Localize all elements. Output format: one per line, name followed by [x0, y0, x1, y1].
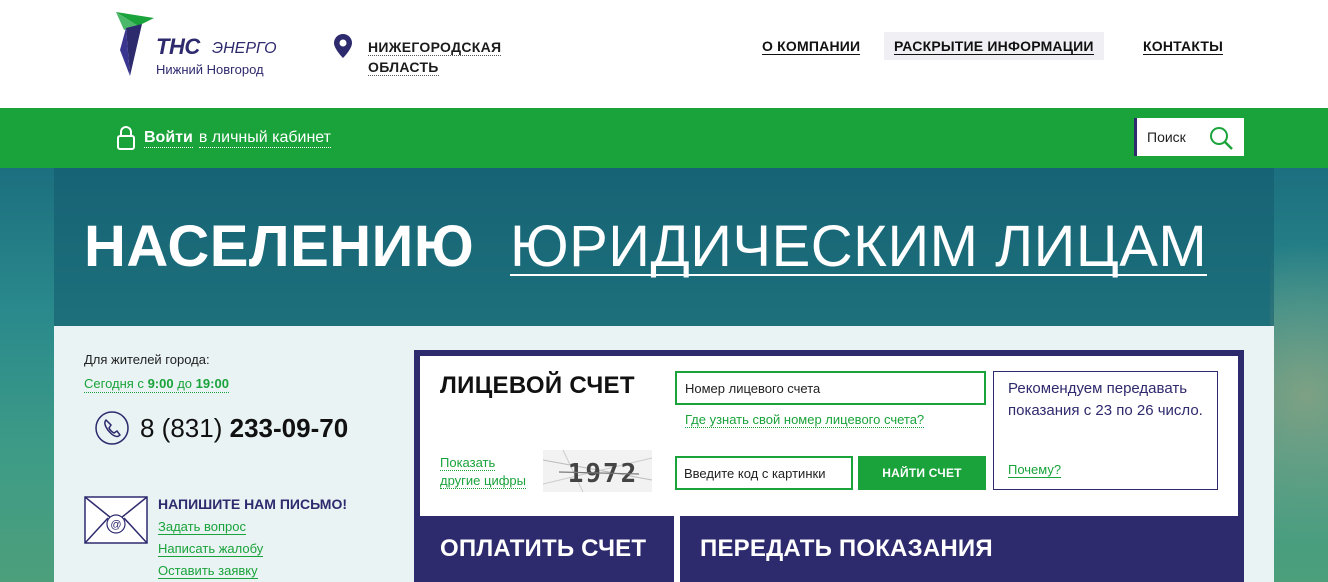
- tab-legal-entities[interactable]: ЮРИДИЧЕСКИМ ЛИЦАМ: [510, 212, 1208, 279]
- captcha-input[interactable]: Введите код с картинки: [675, 456, 853, 490]
- site-logo[interactable]: ТНС ЭНЕРГО Нижний Новгород: [114, 10, 284, 82]
- mail-icon: @: [84, 496, 148, 544]
- hours-to: 19:00: [195, 376, 229, 391]
- logo-brand-suffix: ЭНЕРГО: [212, 40, 277, 57]
- nav-contacts[interactable]: КОНТАКТЫ: [1133, 32, 1233, 60]
- contacts-label: Для жителей города:: [84, 352, 210, 367]
- logo-brand: ТНС: [156, 34, 200, 59]
- hours-mid: до: [177, 376, 193, 391]
- captcha-refresh-line-2: другие цифры: [440, 473, 526, 489]
- office-hours[interactable]: Сегодня с 9:00 до 19:00: [84, 376, 229, 393]
- nav-about[interactable]: О КОМПАНИИ: [752, 32, 870, 60]
- recommend-text: Рекомендуем передавать показания с 23 по…: [1008, 380, 1203, 419]
- region-line-2: ОБЛАСТЬ: [368, 59, 439, 76]
- nav-disclosure[interactable]: РАСКРЫТИЕ ИНФОРМАЦИИ: [884, 32, 1104, 60]
- phone-number: 233-09-70: [229, 412, 349, 443]
- hours-prefix: Сегодня с: [84, 376, 144, 391]
- location-pin-icon: [334, 34, 352, 58]
- account-title: ЛИЦЕВОЙ СЧЕТ: [440, 372, 635, 399]
- logo-mark-icon: [116, 12, 154, 76]
- captcha-refresh-line-1: Показать: [440, 455, 496, 471]
- search-icon[interactable]: [1208, 125, 1234, 151]
- captcha-image: 1972: [543, 450, 652, 492]
- nav-about-label: О КОМПАНИИ: [762, 37, 861, 55]
- svg-text:@: @: [110, 519, 121, 531]
- mail-title: НАПИШИТЕ НАМ ПИСЬМО!: [158, 496, 348, 512]
- captcha-refresh-link[interactable]: Показать другие цифры: [440, 454, 540, 490]
- account-number-input[interactable]: Номер лицевого счета: [675, 371, 986, 405]
- recommend-why-link[interactable]: Почему?: [1008, 462, 1062, 478]
- site-header: ТНС ЭНЕРГО Нижний Новгород НИЖЕГОРОДСКАЯ…: [0, 0, 1328, 108]
- ask-question-link[interactable]: Задать вопрос: [158, 519, 246, 535]
- search-input[interactable]: Поиск: [1147, 129, 1186, 145]
- complaint-link[interactable]: Написать жалобу: [158, 541, 264, 557]
- pay-bill-button[interactable]: ОПЛАТИТЬ СЧЕТ: [420, 516, 674, 582]
- logo-city: Нижний Новгород: [156, 62, 264, 77]
- tab-individuals[interactable]: НАСЕЛЕНИЮ: [84, 212, 474, 282]
- account-help-link[interactable]: Где узнать свой номер лицевого счета?: [685, 412, 925, 428]
- submit-readings-button[interactable]: ПЕРЕДАТЬ ПОКАЗАНИЯ: [680, 516, 1238, 582]
- lock-icon: [117, 126, 135, 150]
- phone-icon: [95, 411, 129, 445]
- phone-contact[interactable]: 8 (831) 233-09-70: [94, 410, 348, 446]
- request-link[interactable]: Оставить заявку: [158, 563, 258, 579]
- login-rest: в личный кабинет: [198, 128, 331, 148]
- login-strong: Войти: [144, 128, 193, 148]
- nav-disclosure-label: РАСКРЫТИЕ ИНФОРМАЦИИ: [894, 37, 1094, 55]
- find-account-button[interactable]: НАЙТИ СЧЕТ: [858, 456, 986, 490]
- search-box[interactable]: Поиск: [1134, 118, 1244, 156]
- nav-contacts-label: КОНТАКТЫ: [1143, 37, 1224, 55]
- phone-code: 8 (831): [140, 412, 223, 443]
- login-link[interactable]: Войти в личный кабинет: [116, 124, 331, 152]
- hours-from: 9:00: [147, 376, 174, 391]
- hero-glow: [1270, 180, 1328, 540]
- region-line-1: НИЖЕГОРОДСКАЯ: [368, 39, 502, 56]
